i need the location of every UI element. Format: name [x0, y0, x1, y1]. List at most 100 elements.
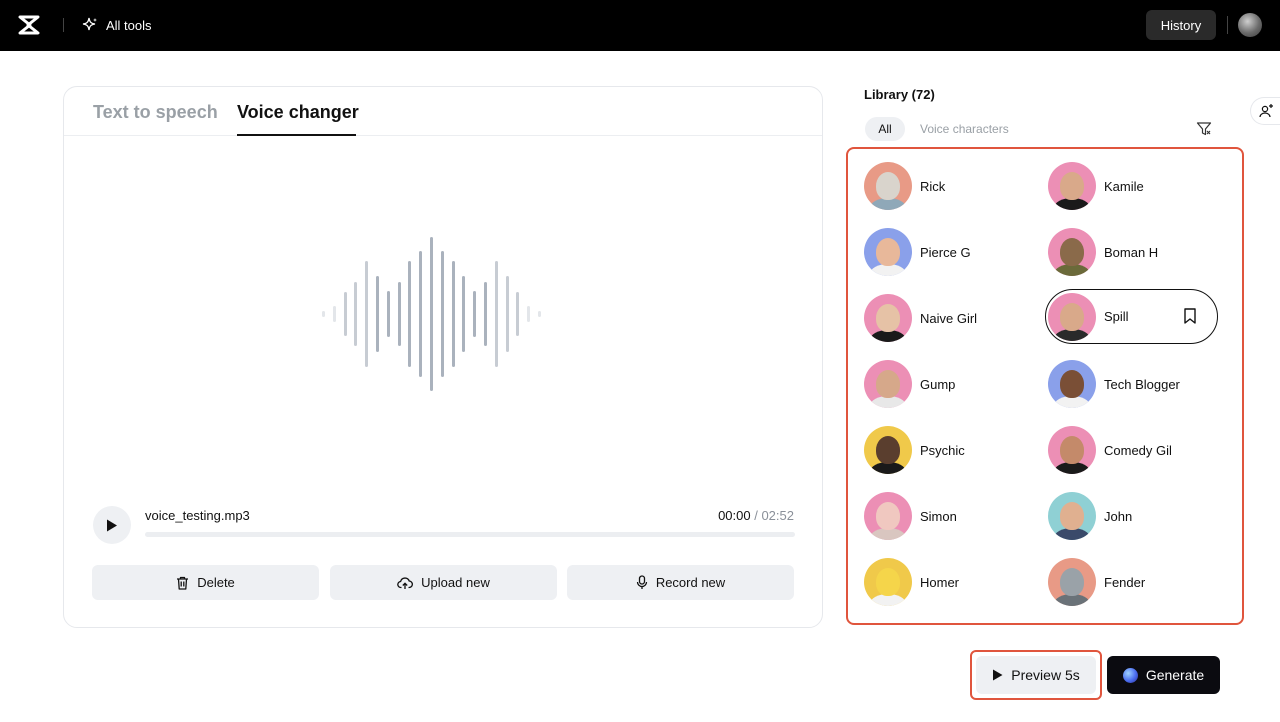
active-tab-underline: [237, 134, 356, 136]
waveform-bar: [538, 311, 541, 317]
voice-item[interactable]: Naive Girl: [864, 292, 1034, 344]
capcut-logo-icon[interactable]: [18, 14, 42, 36]
delete-label: Delete: [197, 575, 235, 590]
voice-avatar: [1048, 228, 1096, 276]
waveform-bar: [387, 291, 390, 337]
upload-new-label: Upload new: [421, 575, 490, 590]
audio-filename: voice_testing.mp3: [145, 508, 250, 523]
voice-name: Kamile: [1104, 178, 1144, 194]
waveform-bar: [398, 282, 401, 346]
waveform-bar: [484, 282, 487, 346]
voice-item[interactable]: John: [1048, 490, 1218, 542]
voice-item[interactable]: Boman H: [1048, 226, 1218, 278]
play-button[interactable]: [93, 506, 131, 544]
filter-chip-all[interactable]: All: [865, 117, 905, 141]
filter-chip-voice-characters[interactable]: Voice characters: [920, 117, 1009, 141]
waveform-bar: [322, 311, 325, 317]
generate-orb-icon: [1122, 667, 1138, 683]
play-icon: [107, 519, 117, 531]
voice-name: Gump: [920, 376, 956, 392]
side-panel-toggle[interactable]: [1250, 97, 1280, 125]
voice-name: John: [1104, 508, 1133, 524]
voice-name: Naive Girl: [920, 310, 978, 326]
waveform-bar: [333, 306, 336, 322]
library-title: Library (72): [864, 87, 935, 102]
trash-icon: [177, 576, 189, 590]
voice-name: Homer: [920, 574, 960, 590]
waveform-bar: [354, 282, 357, 346]
topbar-divider: [1227, 16, 1228, 34]
voice-avatar: [1048, 162, 1096, 210]
waveform-bar: [452, 261, 455, 367]
voice-avatar: [1048, 360, 1096, 408]
waveform-bar: [462, 276, 465, 352]
voice-avatar: [1048, 292, 1096, 341]
avatar-add-icon: [1258, 104, 1273, 118]
voice-name: Simon: [920, 508, 957, 524]
preview-label: Preview 5s: [1011, 667, 1080, 683]
preview-button[interactable]: Preview 5s: [976, 656, 1096, 694]
voice-avatar: [1048, 492, 1096, 540]
voice-avatar: [1048, 558, 1096, 606]
voice-item[interactable]: Tech Blogger: [1048, 358, 1218, 410]
voice-name: Pierce G: [920, 244, 971, 260]
voice-item[interactable]: Kamile: [1048, 160, 1218, 212]
top-bar: All tools History: [0, 0, 1280, 51]
waveform-bar: [527, 306, 530, 322]
cloud-upload-icon: [397, 576, 414, 589]
all-tools-label: All tools: [106, 17, 152, 33]
voice-changer-panel: Text to speech Voice changer voice_testi…: [63, 86, 823, 628]
audio-waveform: [322, 237, 566, 391]
voice-item[interactable]: Homer: [864, 556, 1034, 608]
waveform-bar: [516, 292, 519, 336]
waveform-bar: [473, 291, 476, 337]
voice-item[interactable]: Psychic: [864, 424, 1034, 476]
voice-avatar: [864, 294, 912, 342]
waveform-bar: [376, 276, 379, 352]
voice-avatar: [864, 492, 912, 540]
voice-name: Boman H: [1104, 244, 1159, 260]
tab-text-to-speech[interactable]: Text to speech: [93, 102, 218, 123]
delete-button[interactable]: Delete: [92, 565, 319, 600]
voice-item[interactable]: Pierce G: [864, 226, 1034, 278]
voice-item[interactable]: Rick: [864, 160, 1034, 212]
filter-icon[interactable]: [1196, 121, 1212, 137]
voice-item[interactable]: Fender: [1048, 556, 1218, 608]
voice-avatar: [1048, 426, 1096, 474]
tab-voice-changer[interactable]: Voice changer: [237, 102, 359, 123]
sparkle-icon: [82, 17, 97, 31]
voice-item[interactable]: Comedy Gil: [1048, 424, 1218, 476]
voice-name: Tech Blogger: [1104, 376, 1180, 392]
history-button[interactable]: History: [1146, 10, 1216, 40]
record-new-label: Record new: [655, 575, 726, 590]
microphone-icon: [636, 575, 647, 589]
voice-avatar: [864, 426, 912, 474]
topbar-divider: [63, 18, 64, 32]
voice-name: Psychic: [920, 442, 965, 458]
voice-item[interactable]: Gump: [864, 358, 1034, 410]
waveform-bar: [365, 261, 368, 367]
voice-item[interactable]: Spill: [1045, 289, 1218, 344]
waveform-bar: [495, 261, 498, 367]
waveform-bar: [506, 276, 509, 352]
voice-name: Fender: [1104, 574, 1146, 590]
time-separator: /: [750, 508, 762, 523]
voice-name: Rick: [920, 178, 946, 194]
waveform-bar: [419, 251, 422, 377]
mode-tabs: Text to speech Voice changer: [64, 87, 822, 136]
waveform-bar: [441, 251, 444, 377]
play-icon: [993, 669, 1003, 681]
all-tools-button[interactable]: All tools: [82, 14, 152, 36]
voice-avatar: [864, 360, 912, 408]
waveform-bar: [408, 261, 411, 367]
record-new-button[interactable]: Record new: [567, 565, 794, 600]
user-avatar[interactable]: [1238, 13, 1262, 37]
bookmark-icon[interactable]: [1183, 308, 1197, 324]
generate-label: Generate: [1145, 667, 1205, 683]
upload-new-button[interactable]: Upload new: [330, 565, 557, 600]
generate-button[interactable]: Generate: [1107, 656, 1220, 694]
voice-name: Spill: [1104, 309, 1129, 324]
playback-progress-bar[interactable]: [145, 532, 795, 537]
voice-item[interactable]: Simon: [864, 490, 1034, 542]
current-time: 00:00: [718, 508, 751, 523]
